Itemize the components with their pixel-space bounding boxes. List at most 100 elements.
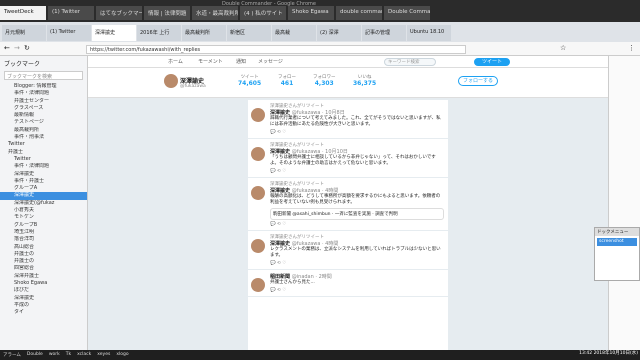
os-tab[interactable]: 水道・最高裁判所	[192, 6, 238, 20]
bookmark-item[interactable]: 事件・刑事法	[0, 134, 87, 141]
reply-icon[interactable]: 💬	[270, 288, 276, 293]
tweet[interactable]: 稲田新聞 @inadan · 2時間 弁護士さんから見た... 💬 ⟲ ♡	[248, 270, 448, 297]
reply-icon[interactable]: 💬	[270, 222, 276, 227]
browser-tab[interactable]: (2) 深澤	[317, 25, 361, 41]
avatar[interactable]	[251, 186, 265, 200]
tweet-author[interactable]: 深澤諭史 @fukazawa · 4時間	[270, 240, 444, 247]
os-tab[interactable]: (4 ) 私のサイト	[240, 6, 286, 20]
bookmark-item[interactable]: 深澤諭史	[0, 192, 87, 200]
browser-tab[interactable]: 最高裁	[272, 25, 316, 41]
bookmark-item[interactable]: テストページ	[0, 119, 87, 126]
popup-item[interactable]: screenshot	[597, 238, 637, 246]
browser-tab[interactable]: 2016年 上行	[137, 25, 181, 41]
bookmark-item[interactable]: タイ	[0, 309, 87, 316]
bookmark-item[interactable]: 平成の	[0, 302, 87, 309]
tweet-author[interactable]: 深澤諭史 @fukazawa · 10月8日	[270, 109, 444, 116]
menu-icon[interactable]: ⋮	[628, 44, 635, 52]
tweet[interactable]: 深澤諭史さんがリツイート 深澤諭史 @fukazawa · 10月8日 辞職代行業者…	[248, 100, 448, 139]
bookmark-item[interactable]: 四宮総合	[0, 265, 87, 272]
bookmark-item[interactable]: 事件・法律問題	[0, 90, 87, 97]
bookmark-item[interactable]: 深澤弁護士	[0, 273, 87, 280]
like-icon[interactable]: ♡	[282, 169, 286, 174]
retweet-icon[interactable]: ⟲	[277, 288, 281, 293]
tweet[interactable]: 深澤諭史さんがリツイート 深澤諭史 @fukazawa · 4時間 報酬の高額化は、…	[248, 178, 448, 231]
stat-likes[interactable]: いいね 36,375	[353, 74, 376, 87]
star-icon[interactable]: ☆	[560, 44, 566, 52]
nav-notifications[interactable]: 通知	[236, 58, 246, 65]
taskbar-item[interactable]: work	[46, 350, 63, 360]
bookmark-search-input[interactable]: ブックマークを検索	[4, 71, 83, 80]
forward-icon[interactable]: →	[14, 44, 20, 52]
bookmark-item[interactable]: 事件・法律問題	[0, 163, 87, 170]
bookmark-item[interactable]: ぼびだ	[0, 287, 87, 294]
like-icon[interactable]: ♡	[282, 261, 286, 266]
reply-icon[interactable]: 💬	[270, 169, 276, 174]
retweet-icon[interactable]: ⟲	[277, 169, 281, 174]
stat-tweets[interactable]: ツイート 74,605	[238, 74, 261, 87]
bookmark-item[interactable]: 弁護士	[0, 149, 87, 156]
avatar[interactable]	[251, 239, 265, 253]
follow-button[interactable]: フォローする	[458, 76, 498, 86]
like-icon[interactable]: ♡	[282, 130, 286, 135]
browser-tab-active[interactable]: 深澤諭史	[92, 25, 136, 41]
bookmark-item[interactable]: Twitter	[0, 141, 87, 148]
bookmark-item[interactable]: Twitter	[0, 156, 87, 163]
bookmark-item[interactable]: 最新情報	[0, 112, 87, 119]
tweet[interactable]: 深澤諭史さんがリツイート 深澤諭史 @fukazawa · 4時間 レクラスメントの…	[248, 231, 448, 270]
avatar[interactable]	[251, 278, 265, 292]
os-tab[interactable]: Double Commander	[384, 6, 430, 20]
os-tab[interactable]: 情報 | 法律問題	[144, 6, 190, 20]
avatar[interactable]	[251, 108, 265, 122]
os-tab[interactable]: はてなブックマーク	[96, 6, 142, 20]
browser-tab[interactable]: 月元規制	[2, 25, 46, 41]
taskbar-item[interactable]: Tk	[63, 350, 74, 360]
bookmark-item[interactable]: 最高裁判所	[0, 127, 87, 134]
bookmark-item[interactable]: Blogger: 情報管理	[0, 83, 87, 90]
bookmark-item[interactable]: 弁護士の	[0, 258, 87, 265]
retweet-icon[interactable]: ⟲	[277, 130, 281, 135]
nav-moments[interactable]: モーメント	[198, 58, 223, 65]
os-tab[interactable]: TweetDeck	[0, 6, 46, 20]
bookmark-item[interactable]: 埼玉江明	[0, 229, 87, 236]
retweet-icon[interactable]: ⟲	[277, 222, 281, 227]
nav-home[interactable]: ホーム	[168, 58, 183, 65]
os-tab[interactable]: (1) Twitter	[48, 6, 94, 20]
bookmark-item[interactable]: 弁護士の	[0, 251, 87, 258]
avatar[interactable]	[164, 74, 178, 88]
reload-icon[interactable]: ↻	[24, 44, 30, 52]
tweet-author[interactable]: 稲田新聞 @inadan · 2時間	[270, 273, 444, 280]
taskbar-item[interactable]: xclack	[74, 350, 94, 360]
like-icon[interactable]: ♡	[282, 222, 286, 227]
bookmark-item[interactable]: 落合洋司	[0, 236, 87, 243]
tweet-author[interactable]: 深澤諭史 @fukazawa · 4時間	[270, 187, 444, 194]
retweet-icon[interactable]: ⟲	[277, 261, 281, 266]
bookmark-item[interactable]: グループB	[0, 222, 87, 229]
bookmark-item[interactable]: グラスペース	[0, 105, 87, 112]
browser-tab[interactable]: Ubuntu 18.10	[407, 25, 451, 41]
taskbar-item[interactable]: xlogo	[113, 350, 131, 360]
back-icon[interactable]: ←	[4, 44, 10, 52]
browser-tab[interactable]: 最高裁判所	[182, 25, 226, 41]
quoted-tweet[interactable]: 駒田新聞 @asahi_shimbun · 一斉に監査を実施 · 調査で判明	[270, 208, 444, 220]
stat-following[interactable]: フォロー 461	[278, 74, 296, 87]
browser-tab[interactable]: (1) Twitter	[47, 25, 91, 41]
nav-messages[interactable]: メッセージ	[258, 58, 283, 65]
tweet-button[interactable]: ツイート	[474, 58, 510, 66]
bookmark-item[interactable]: 深澤諭史	[0, 171, 87, 178]
avatar[interactable]	[251, 147, 265, 161]
reply-icon[interactable]: 💬	[270, 261, 276, 266]
stat-followers[interactable]: フォロワー 4,303	[313, 74, 336, 87]
taskbar-item[interactable]: アラーム	[0, 350, 24, 360]
bookmark-item[interactable]: 小倉秀夫	[0, 207, 87, 214]
tweet-author[interactable]: 深澤諭史 @fukazawa · 10月10日	[270, 148, 444, 155]
like-icon[interactable]: ♡	[282, 288, 286, 293]
bookmark-item[interactable]: グループA	[0, 185, 87, 192]
bookmark-item[interactable]: Shoko Egawa	[0, 280, 87, 287]
browser-tab[interactable]: 新宿区	[227, 25, 271, 41]
bookmark-item[interactable]: 深澤諭史(@fukaz	[0, 200, 87, 207]
bookmark-item[interactable]: モトケン	[0, 214, 87, 221]
bookmark-item[interactable]: 事件・弁護士	[0, 178, 87, 185]
taskbar-item[interactable]: Double	[24, 350, 46, 360]
taskbar-item[interactable]: xeyes	[94, 350, 113, 360]
os-tab[interactable]: Shoko Egawa	[288, 6, 334, 20]
